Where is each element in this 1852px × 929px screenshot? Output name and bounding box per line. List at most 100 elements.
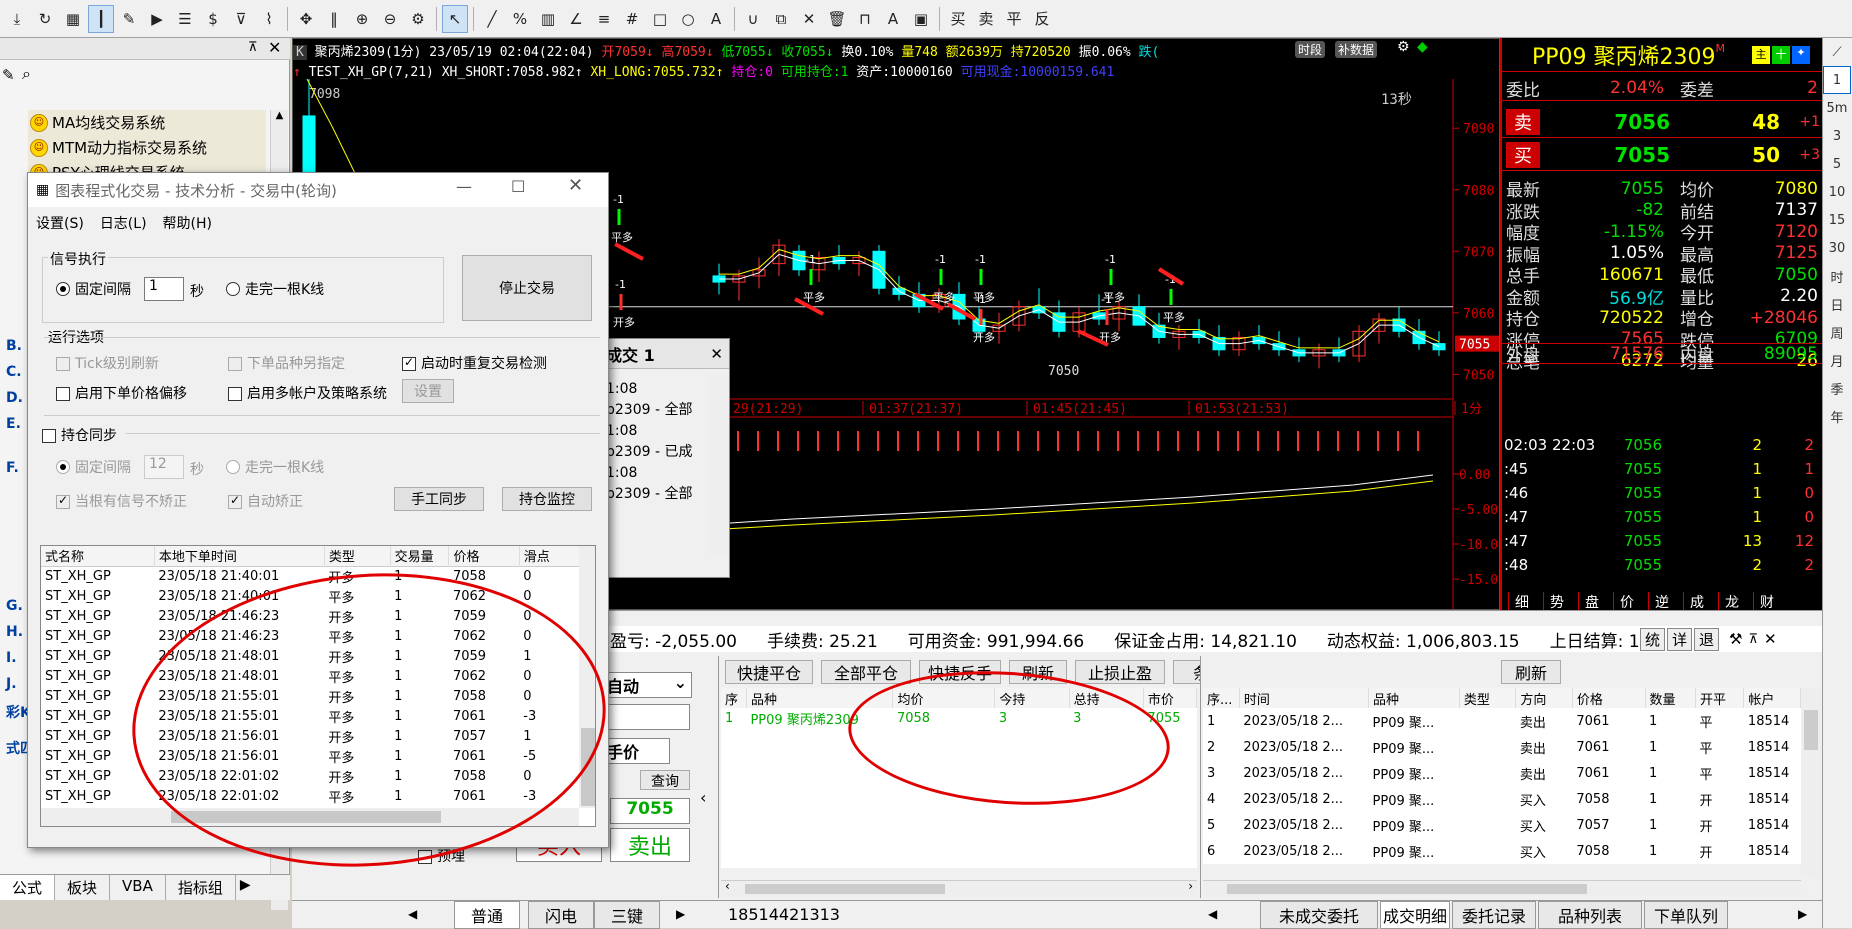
tick-refresh-checkbox[interactable]: Tick级别刷新 bbox=[56, 353, 159, 373]
lock-icon[interactable]: ⊓ bbox=[852, 5, 878, 33]
order-tab[interactable]: 三键 bbox=[594, 901, 660, 929]
deals-hscroll[interactable] bbox=[1203, 880, 1801, 896]
order-mode-select[interactable]: 自动 ⌄ bbox=[600, 672, 692, 698]
deal-row[interactable]: 3 2023/05/18 2... PP09 聚... 卖出 7061 1 平 18514 bbox=[1203, 760, 1801, 786]
finish-k-radio[interactable]: 走完一根K线 bbox=[226, 279, 324, 299]
dialog-titlebar[interactable]: ▦ 图表程式化交易 - 技术分析 - 交易中(轮询) — ☐ ✕ bbox=[28, 173, 608, 207]
deal-row[interactable]: 6 2023/05/18 2... PP09 聚... 买入 7058 1 开 18514 bbox=[1203, 838, 1801, 864]
log-column-header[interactable]: 滑点 bbox=[519, 546, 582, 566]
deal-column-header[interactable]: 数量 bbox=[1645, 688, 1696, 708]
deals-tab[interactable]: 品种列表 bbox=[1538, 901, 1642, 929]
chart-type-icon[interactable]: ⟋ bbox=[1823, 38, 1851, 66]
position-column-header[interactable]: 市价 bbox=[1143, 688, 1198, 708]
tree-folder-label[interactable]: B. bbox=[6, 338, 22, 354]
sync-interval-input[interactable]: 12 bbox=[144, 455, 184, 479]
deal-column-header[interactable]: 帐户 bbox=[1743, 688, 1801, 708]
quote-tab[interactable]: 势 bbox=[1543, 592, 1570, 610]
sync-checkbox[interactable]: 持仓同步 bbox=[42, 425, 117, 445]
pin-icon[interactable]: ⊼ bbox=[248, 40, 258, 55]
line-icon[interactable]: ╱ bbox=[479, 5, 505, 33]
cross-button[interactable]: 十 bbox=[1772, 46, 1790, 64]
trade-tool-button[interactable]: 卖 bbox=[973, 5, 999, 33]
tab-prev-icon[interactable]: ◀ bbox=[408, 907, 417, 921]
refresh-icon[interactable]: ↻ bbox=[32, 5, 58, 33]
period-button[interactable]: 时 bbox=[1823, 262, 1851, 290]
tree-folder-label[interactable]: H. bbox=[6, 624, 23, 640]
trade-tool-button[interactable]: 平 bbox=[1001, 5, 1027, 33]
scroll-left-icon[interactable]: ‹ bbox=[725, 879, 730, 893]
close-icon[interactable]: ✕ bbox=[1764, 630, 1777, 648]
candle-icon[interactable]: ┃ bbox=[88, 4, 114, 33]
query-button[interactable]: 查询 bbox=[640, 770, 690, 790]
diamond-icon[interactable]: ◆ bbox=[1417, 39, 1428, 55]
deal-column-header[interactable]: 价格 bbox=[1572, 688, 1646, 708]
fill-data-tag[interactable]: 补数据 bbox=[1335, 41, 1378, 58]
chart-icon[interactable]: ⌇ bbox=[256, 5, 282, 33]
dialog-menu-item[interactable]: 设置(S) bbox=[36, 213, 84, 233]
download-icon[interactable]: ⤓ bbox=[4, 5, 30, 33]
deals-tab[interactable]: 未成交委托 bbox=[1260, 901, 1378, 929]
deals-tab[interactable]: 委托记录 bbox=[1452, 901, 1536, 929]
scroll-up-icon[interactable]: ▲ bbox=[271, 110, 288, 121]
period-button[interactable]: 日 bbox=[1823, 290, 1851, 318]
deals-vscroll[interactable] bbox=[1801, 688, 1821, 878]
cursor-icon[interactable]: ↖ bbox=[442, 4, 468, 33]
trade-tool-button[interactable]: 买 bbox=[945, 5, 971, 33]
play-icon[interactable]: ▶ bbox=[144, 5, 170, 33]
deals-tab[interactable]: 下单队列 bbox=[1644, 901, 1728, 929]
star-button[interactable]: ✦ bbox=[1792, 46, 1810, 64]
tree-folder-label[interactable]: G. bbox=[6, 598, 23, 614]
minimize-icon[interactable]: — bbox=[456, 177, 472, 196]
time-tag[interactable]: 时段 bbox=[1295, 41, 1326, 58]
scroll-right-icon[interactable]: › bbox=[1188, 879, 1193, 893]
quote-tab[interactable]: 成 bbox=[1683, 592, 1710, 610]
fixed-interval-radio[interactable]: 固定间隔 bbox=[56, 279, 131, 299]
sync-finish-radio[interactable]: 走完一根K线 bbox=[226, 457, 324, 477]
period-button[interactable]: 30 bbox=[1823, 234, 1851, 262]
position-action-button[interactable]: 止损止盈 bbox=[1075, 660, 1165, 684]
period-button[interactable]: 周 bbox=[1823, 318, 1851, 346]
percent-icon[interactable]: % bbox=[507, 5, 533, 33]
tree-folder-label[interactable]: E. bbox=[6, 416, 21, 432]
dollar-icon[interactable]: $ bbox=[200, 5, 226, 33]
position-monitor-button[interactable]: 持仓监控 bbox=[502, 487, 592, 511]
deal-column-header[interactable]: 方向 bbox=[1515, 688, 1573, 708]
status-button[interactable]: 详 bbox=[1667, 627, 1693, 651]
multi-account-checkbox[interactable]: 启用多帐户及策略系统 bbox=[228, 383, 418, 403]
left-tab[interactable]: 公式 bbox=[0, 875, 56, 900]
tree-item-ma[interactable]: ☺ MA均线交易系统 bbox=[30, 112, 165, 133]
order-price[interactable]: 7055 bbox=[610, 798, 690, 824]
circle-icon[interactable]: ○ bbox=[675, 5, 701, 33]
maximize-icon[interactable]: ☐ bbox=[511, 177, 525, 196]
tab-next-icon[interactable]: ▶ bbox=[676, 907, 685, 921]
log-column-header[interactable]: 交易量 bbox=[390, 546, 450, 566]
deals-refresh-button[interactable]: 刷新 bbox=[1501, 660, 1561, 684]
period-button[interactable]: 3 bbox=[1823, 122, 1851, 150]
order-tab[interactable]: 闪电 bbox=[528, 901, 594, 929]
trash-icon[interactable]: 🗑 bbox=[824, 5, 850, 33]
quote-tab[interactable]: 财 bbox=[1753, 592, 1780, 610]
no-correct-checkbox[interactable]: 当根有信号不矫正 bbox=[56, 491, 187, 511]
deal-row[interactable]: 2 2023/05/18 2... PP09 聚... 卖出 7061 1 平 18514 bbox=[1203, 734, 1801, 760]
angle-icon[interactable]: ∠ bbox=[563, 5, 589, 33]
filter-icon[interactable]: ⊽ bbox=[228, 5, 254, 33]
tool-icon[interactable]: ⚒ bbox=[1729, 630, 1742, 648]
tick-icon[interactable]: ‖ bbox=[321, 5, 347, 33]
position-action-button[interactable]: 快捷平仓 bbox=[725, 660, 813, 684]
log-column-header[interactable]: 价格 bbox=[448, 546, 520, 566]
manual-sync-button[interactable]: 手工同步 bbox=[394, 487, 484, 511]
rect-icon[interactable]: □ bbox=[647, 5, 673, 33]
main-contract-button[interactable]: 主 bbox=[1752, 46, 1770, 64]
deal-column-header[interactable]: 品种 bbox=[1368, 688, 1460, 708]
dialog-menu-item[interactable]: 日志(L) bbox=[100, 213, 147, 233]
scroll-thumb[interactable] bbox=[745, 884, 945, 894]
tree-folder-label[interactable]: C. bbox=[6, 364, 22, 380]
copy-icon[interactable]: ⧉ bbox=[768, 5, 794, 33]
left-tab[interactable]: 指标组 bbox=[166, 875, 236, 900]
trade-tool-button[interactable]: 反 bbox=[1029, 5, 1055, 33]
dialog-menu-item[interactable]: 帮助(H) bbox=[163, 213, 212, 233]
zoomout-icon[interactable]: ⊖ bbox=[377, 5, 403, 33]
deal-column-header[interactable]: 类型 bbox=[1459, 688, 1517, 708]
delete-icon[interactable]: ✕ bbox=[796, 5, 822, 33]
ask-row[interactable]: 卖 7056 48 +1 bbox=[1502, 106, 1822, 138]
